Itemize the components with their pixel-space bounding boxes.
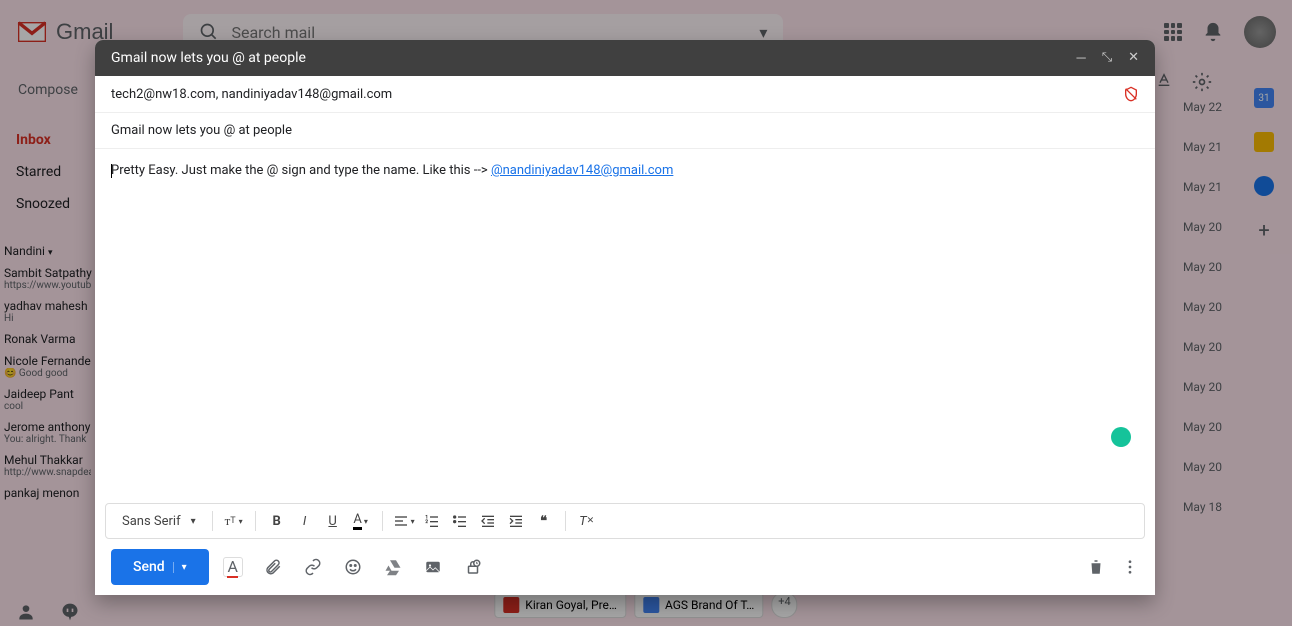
fullscreen-exit-icon[interactable]: ⤡ bbox=[1102, 50, 1112, 66]
more-options-icon[interactable] bbox=[1121, 558, 1139, 576]
insert-link-icon[interactable] bbox=[303, 557, 323, 577]
send-button[interactable]: Send ▾ bbox=[111, 549, 209, 585]
chat-contact[interactable]: Mehul Thakkarhttp://www.snapdea bbox=[0, 449, 95, 482]
grammarly-icon[interactable] bbox=[1111, 427, 1131, 447]
hangouts-current-user[interactable]: Nandini ▾ bbox=[0, 240, 95, 262]
google-apps-icon[interactable] bbox=[1164, 23, 1182, 41]
nav-snoozed[interactable]: Snoozed bbox=[0, 188, 95, 220]
chat-contact[interactable]: Ronak Varma bbox=[0, 328, 95, 350]
compose-button[interactable]: Compose bbox=[8, 72, 87, 108]
email-date: May 20 bbox=[1183, 340, 1222, 380]
hangouts-icon[interactable] bbox=[60, 602, 80, 622]
recipients-row[interactable]: tech2@nw18.com, nandiniyadav148@gmail.co… bbox=[95, 76, 1155, 113]
email-date: May 20 bbox=[1183, 420, 1222, 460]
chat-contact[interactable]: Nicole Fernande😊 Good good bbox=[0, 350, 95, 383]
hangouts-chat-chips: Kiran Goyal, Pre… AGS Brand Of T… +4 bbox=[494, 592, 797, 618]
close-icon[interactable]: ✕ bbox=[1128, 50, 1139, 66]
formatting-toggle-button[interactable]: A bbox=[223, 557, 243, 577]
subject-text: Gmail now lets you @ at people bbox=[111, 123, 292, 138]
notifications-icon[interactable] bbox=[1202, 21, 1224, 43]
compose-body[interactable]: Pretty Easy. Just make the @ sign and ty… bbox=[95, 149, 1155, 503]
insert-drive-icon[interactable] bbox=[383, 557, 403, 577]
chat-contact[interactable]: yadhav maheshHi bbox=[0, 295, 95, 328]
discard-draft-icon[interactable] bbox=[1087, 558, 1105, 576]
email-date: May 18 bbox=[1183, 500, 1222, 540]
chevron-down-icon: ▾ bbox=[191, 516, 196, 527]
confidential-mode-icon[interactable] bbox=[463, 557, 483, 577]
calendar-icon[interactable]: 31 bbox=[1254, 88, 1274, 108]
search-icon bbox=[199, 22, 219, 42]
bold-button[interactable]: B bbox=[266, 510, 288, 532]
email-date: May 21 bbox=[1183, 140, 1222, 180]
font-size-button[interactable]: тT▾ bbox=[223, 510, 245, 532]
body-text: Pretty Easy. Just make the @ sign and ty… bbox=[111, 163, 491, 178]
chat-contact[interactable]: Jaideep Pantcool bbox=[0, 383, 95, 416]
send-options-caret-icon[interactable]: ▾ bbox=[173, 562, 187, 573]
add-addon-icon[interactable]: + bbox=[1254, 220, 1274, 240]
chat-chip[interactable]: AGS Brand Of T… bbox=[634, 592, 763, 618]
attach-file-icon[interactable] bbox=[263, 557, 283, 577]
indent-more-button[interactable] bbox=[505, 510, 527, 532]
italic-button[interactable]: I bbox=[294, 510, 316, 532]
compose-actions: Send ▾ A bbox=[95, 539, 1155, 595]
confidential-mode-off-icon[interactable] bbox=[1123, 86, 1139, 102]
chat-contact[interactable]: Sambit Satpathyhttps://www.youtube bbox=[0, 262, 95, 295]
compose-header[interactable]: Gmail now lets you @ at people ─ ⤡ ✕ bbox=[95, 40, 1155, 76]
indent-less-button[interactable] bbox=[477, 510, 499, 532]
mail-toolbar bbox=[1156, 72, 1212, 92]
bulleted-list-button[interactable] bbox=[449, 510, 471, 532]
numbered-list-button[interactable]: 12 bbox=[421, 510, 443, 532]
tasks-icon[interactable] bbox=[1254, 176, 1274, 196]
compose-title: Gmail now lets you @ at people bbox=[111, 50, 306, 66]
text-color-button[interactable]: A▾ bbox=[350, 510, 372, 532]
email-date: May 20 bbox=[1183, 300, 1222, 340]
chat-contact[interactable]: Jerome anthonyYou: alright. Thank bbox=[0, 416, 95, 449]
email-date: May 20 bbox=[1183, 460, 1222, 500]
input-tools-icon[interactable] bbox=[1156, 72, 1172, 88]
email-date: May 20 bbox=[1183, 260, 1222, 300]
chat-chip-more[interactable]: +4 bbox=[771, 592, 797, 618]
email-date: May 20 bbox=[1183, 220, 1222, 260]
email-date: May 21 bbox=[1183, 180, 1222, 220]
minimize-icon[interactable]: ─ bbox=[1076, 50, 1085, 66]
underline-button[interactable]: U bbox=[322, 510, 344, 532]
gmail-logo-icon bbox=[16, 20, 48, 44]
remove-formatting-button[interactable]: T✕ bbox=[576, 510, 598, 532]
search-input[interactable] bbox=[231, 23, 747, 42]
quote-button[interactable]: ❝ bbox=[533, 510, 555, 532]
account-avatar[interactable] bbox=[1244, 16, 1276, 48]
chat-chip[interactable]: Kiran Goyal, Pre… bbox=[494, 592, 626, 618]
side-panel: 31 + bbox=[1236, 64, 1292, 626]
left-sidebar: Compose Inbox Starred Snoozed Nandini ▾ … bbox=[0, 64, 95, 626]
insert-photo-icon[interactable] bbox=[423, 557, 443, 577]
email-dates-column: May 22May 21May 21May 20May 20May 20May … bbox=[1183, 100, 1222, 540]
keep-icon[interactable] bbox=[1254, 132, 1274, 152]
email-date: May 20 bbox=[1183, 380, 1222, 420]
person-icon[interactable] bbox=[16, 602, 36, 622]
nav-starred[interactable]: Starred bbox=[0, 156, 95, 188]
recipients-text: tech2@nw18.com, nandiniyadav148@gmail.co… bbox=[111, 87, 392, 102]
chat-contact[interactable]: pankaj menon bbox=[0, 482, 95, 504]
formatting-toolbar: Sans Serif ▾ тT▾ B I U A▾ ▾ 12 ❝ T✕ bbox=[105, 503, 1145, 539]
font-family-select[interactable]: Sans Serif ▾ bbox=[116, 514, 202, 529]
subject-row[interactable]: Gmail now lets you @ at people bbox=[95, 113, 1155, 149]
search-options-dropdown-icon[interactable]: ▾ bbox=[759, 23, 767, 42]
settings-gear-icon[interactable] bbox=[1192, 72, 1212, 92]
email-date: May 22 bbox=[1183, 100, 1222, 140]
mention-link[interactable]: @nandiniyadav148@gmail.com bbox=[491, 163, 673, 178]
nav-inbox[interactable]: Inbox bbox=[0, 124, 95, 156]
align-button[interactable]: ▾ bbox=[393, 510, 415, 532]
compose-window: Gmail now lets you @ at people ─ ⤡ ✕ tec… bbox=[95, 40, 1155, 595]
hangouts-footer bbox=[16, 602, 80, 622]
insert-emoji-icon[interactable] bbox=[343, 557, 363, 577]
svg-text:2: 2 bbox=[425, 519, 428, 525]
